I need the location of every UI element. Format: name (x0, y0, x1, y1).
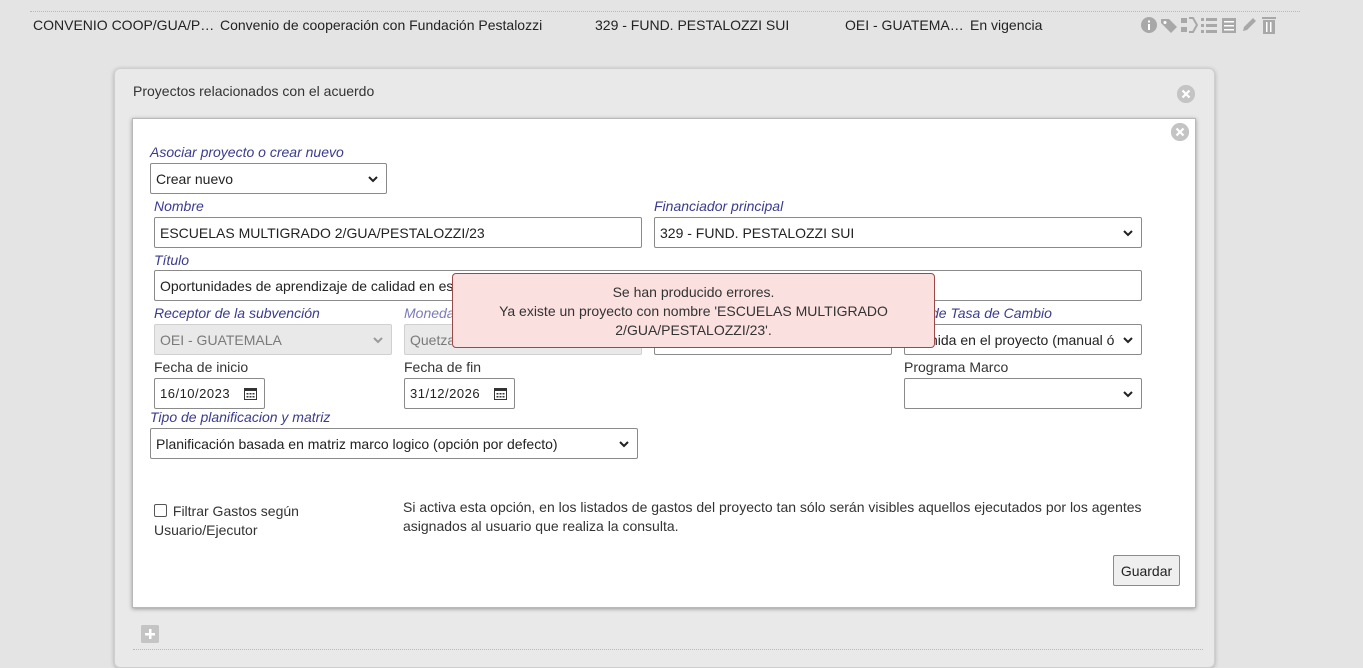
fecha-inicio-input[interactable]: 16/10/2023 (154, 378, 265, 409)
programa-select[interactable] (904, 378, 1142, 409)
programa-label: Programa Marco (904, 359, 1009, 375)
tag-icon[interactable] (1160, 15, 1178, 35)
add-project-button[interactable] (141, 625, 159, 643)
filtrar-gastos-option: Filtrar Gastos según Usuario/Ejecutor (154, 502, 354, 540)
dialog-title: Proyectos relacionados con el acuerdo (133, 83, 375, 99)
tasa-select-value: nida en el proyecto (manual ó (930, 331, 1115, 348)
filtrar-gastos-label[interactable]: Filtrar Gastos según Usuario/Ejecutor (154, 503, 299, 538)
related-projects-dialog: Proyectos relacionados con el acuerdo As… (114, 68, 1215, 668)
tipo-select-value: Planificación basada en matriz marco log… (156, 435, 558, 452)
calendar-icon[interactable] (494, 387, 507, 400)
close-icon (1177, 85, 1195, 103)
fecha-inicio-label: Fecha de inicio (154, 359, 249, 375)
table-row[interactable]: CONVENIO COOP/GUA/P… Convenio de coopera… (0, 12, 1363, 40)
row-divider (30, 0, 1300, 12)
plus-icon (141, 625, 159, 643)
nombre-label: Nombre (154, 198, 204, 214)
tasa-label: de Tasa de Cambio (931, 305, 1052, 321)
row-receiver: OEI - GUATEMA… (845, 17, 964, 33)
financiador-select-value: 329 - FUND. PESTALOZZI SUI (660, 224, 855, 241)
row-actions (1140, 15, 1278, 35)
fecha-fin-input[interactable]: 31/12/2026 (404, 378, 515, 409)
associate-label: Asociar proyecto o crear nuevo (150, 144, 344, 160)
receptor-select-value: OEI - GUATEMALA (160, 331, 282, 348)
receptor-select: OEI - GUATEMALA (154, 324, 392, 355)
row-code: CONVENIO COOP/GUA/P… (33, 17, 215, 33)
row-description: Convenio de cooperación con Fundación Pe… (220, 17, 543, 33)
nombre-input-value: ESCUELAS MULTIGRADO 2/GUA/PESTALOZZI/23 (160, 224, 485, 241)
close-dialog-button[interactable] (1177, 85, 1195, 103)
associate-select-value: Crear nuevo (156, 170, 234, 187)
chevron-down-icon (618, 438, 630, 450)
list-icon[interactable] (1200, 15, 1218, 35)
titulo-input-value: Oportunidades de aprendizaje de calidad … (160, 277, 461, 294)
info-icon[interactable] (1140, 15, 1158, 35)
chevron-down-icon (372, 334, 384, 346)
financiador-select[interactable]: 329 - FUND. PESTALOZZI SUI (654, 217, 1142, 248)
split-icon[interactable] (1180, 15, 1199, 35)
filtrar-gastos-help: Si activa esta opción, en los listados d… (403, 499, 1142, 534)
save-button[interactable]: Guardar (1113, 555, 1180, 586)
chevron-down-icon (1122, 334, 1134, 346)
chevron-down-icon (1122, 388, 1134, 400)
moneda-select-value: Quetza (410, 331, 456, 348)
stack-icon[interactable] (1220, 15, 1238, 35)
filtrar-gastos-checkbox[interactable] (154, 504, 167, 517)
tipo-label: Tipo de planificacion y matriz (150, 409, 331, 425)
close-form-button[interactable] (1171, 123, 1189, 141)
error-detail: Ya existe un proyecto con nombre 'ESCUEL… (499, 303, 888, 338)
associate-select[interactable]: Crear nuevo (150, 163, 387, 194)
chevron-down-icon (1122, 227, 1134, 239)
calendar-icon[interactable] (244, 387, 257, 400)
dialog-divider (133, 649, 1203, 650)
receptor-label: Receptor de la subvención (154, 305, 320, 321)
row-financier: 329 - FUND. PESTALOZZI SUI (595, 17, 790, 33)
close-icon (1171, 123, 1189, 141)
titulo-label: Título (154, 252, 190, 268)
financiador-label: Financiador principal (654, 198, 784, 214)
error-message: Se han producido errores. Ya existe un p… (452, 273, 935, 348)
project-form-panel: Asociar proyecto o crear nuevo Crear nue… (132, 118, 1196, 608)
trash-icon[interactable] (1260, 15, 1278, 35)
tasa-select[interactable]: nida en el proyecto (manual ó (904, 324, 1142, 355)
row-status: En vigencia (970, 17, 1043, 33)
chevron-down-icon (367, 173, 379, 185)
nombre-input[interactable]: ESCUELAS MULTIGRADO 2/GUA/PESTALOZZI/23 (154, 217, 642, 248)
pencil-icon[interactable] (1240, 15, 1258, 35)
fecha-inicio-value: 16/10/2023 (160, 386, 231, 401)
fecha-fin-value: 31/12/2026 (410, 386, 481, 401)
moneda-label: Moneda (404, 305, 455, 321)
tipo-select[interactable]: Planificación basada en matriz marco log… (150, 428, 638, 459)
fecha-fin-label: Fecha de fin (404, 359, 482, 375)
error-title: Se han producido errores. (612, 284, 775, 300)
